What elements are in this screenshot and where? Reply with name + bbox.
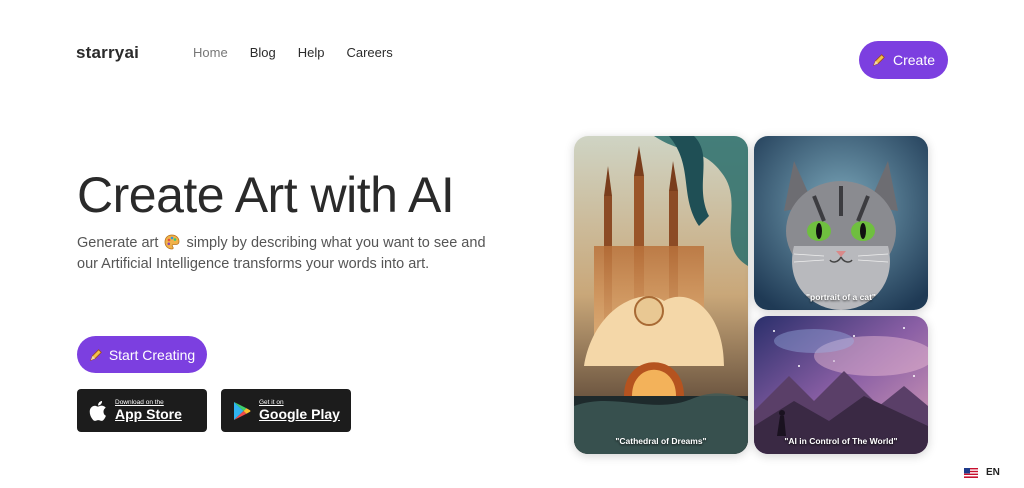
cat-portrait-image	[754, 136, 928, 310]
palette-icon	[165, 234, 180, 250]
google-play-text: Get it on Google Play	[259, 399, 340, 422]
caption-world: "AI in Control of The World"	[784, 436, 898, 446]
main-nav: Home Blog Help Careers	[193, 45, 393, 60]
google-play-small: Get it on	[259, 399, 284, 406]
nav-help[interactable]: Help	[298, 45, 325, 60]
gallery-card-cat[interactable]: "portrait of a cat"	[754, 136, 928, 310]
pencil-icon	[89, 348, 102, 361]
create-button[interactable]: Create	[859, 41, 948, 79]
language-code: EN	[986, 467, 1000, 478]
gallery-card-cathedral[interactable]: "Cathedral of Dreams"	[574, 136, 748, 454]
nav-careers[interactable]: Careers	[346, 45, 392, 60]
app-store-badge[interactable]: Download on the App Store	[77, 389, 207, 432]
nav-home[interactable]: Home	[193, 45, 228, 60]
apple-icon	[89, 400, 106, 421]
gallery-card-world[interactable]: "AI in Control of The World"	[754, 316, 928, 454]
create-button-label: Create	[892, 52, 936, 68]
hero-subtitle: Generate art simply by describing what y…	[77, 233, 497, 275]
pencil-icon	[872, 54, 885, 67]
google-play-badge[interactable]: Get it on Google Play	[221, 389, 351, 432]
start-creating-label: Start Creating	[108, 346, 196, 363]
nav-blog[interactable]: Blog	[250, 45, 276, 60]
caption-cathedral: "Cathedral of Dreams"	[615, 436, 707, 446]
logo[interactable]: starryai	[76, 43, 139, 63]
google-play-icon	[234, 401, 251, 420]
app-store-small: Download on the	[115, 399, 164, 406]
galaxy-landscape-image	[754, 316, 928, 454]
cathedral-image	[574, 136, 748, 454]
us-flag-icon	[964, 467, 978, 478]
start-creating-button[interactable]: Start Creating	[77, 336, 207, 373]
app-store-text: Download on the App Store	[115, 399, 182, 422]
language-selector[interactable]: EN	[964, 467, 1000, 478]
hero-title: Create Art with AI	[77, 167, 455, 223]
hero-sub-part1: Generate art	[77, 235, 159, 251]
caption-cat: "portrait of a cat"	[806, 292, 876, 302]
app-store-big: App Store	[115, 406, 182, 422]
google-play-big: Google Play	[259, 406, 340, 422]
